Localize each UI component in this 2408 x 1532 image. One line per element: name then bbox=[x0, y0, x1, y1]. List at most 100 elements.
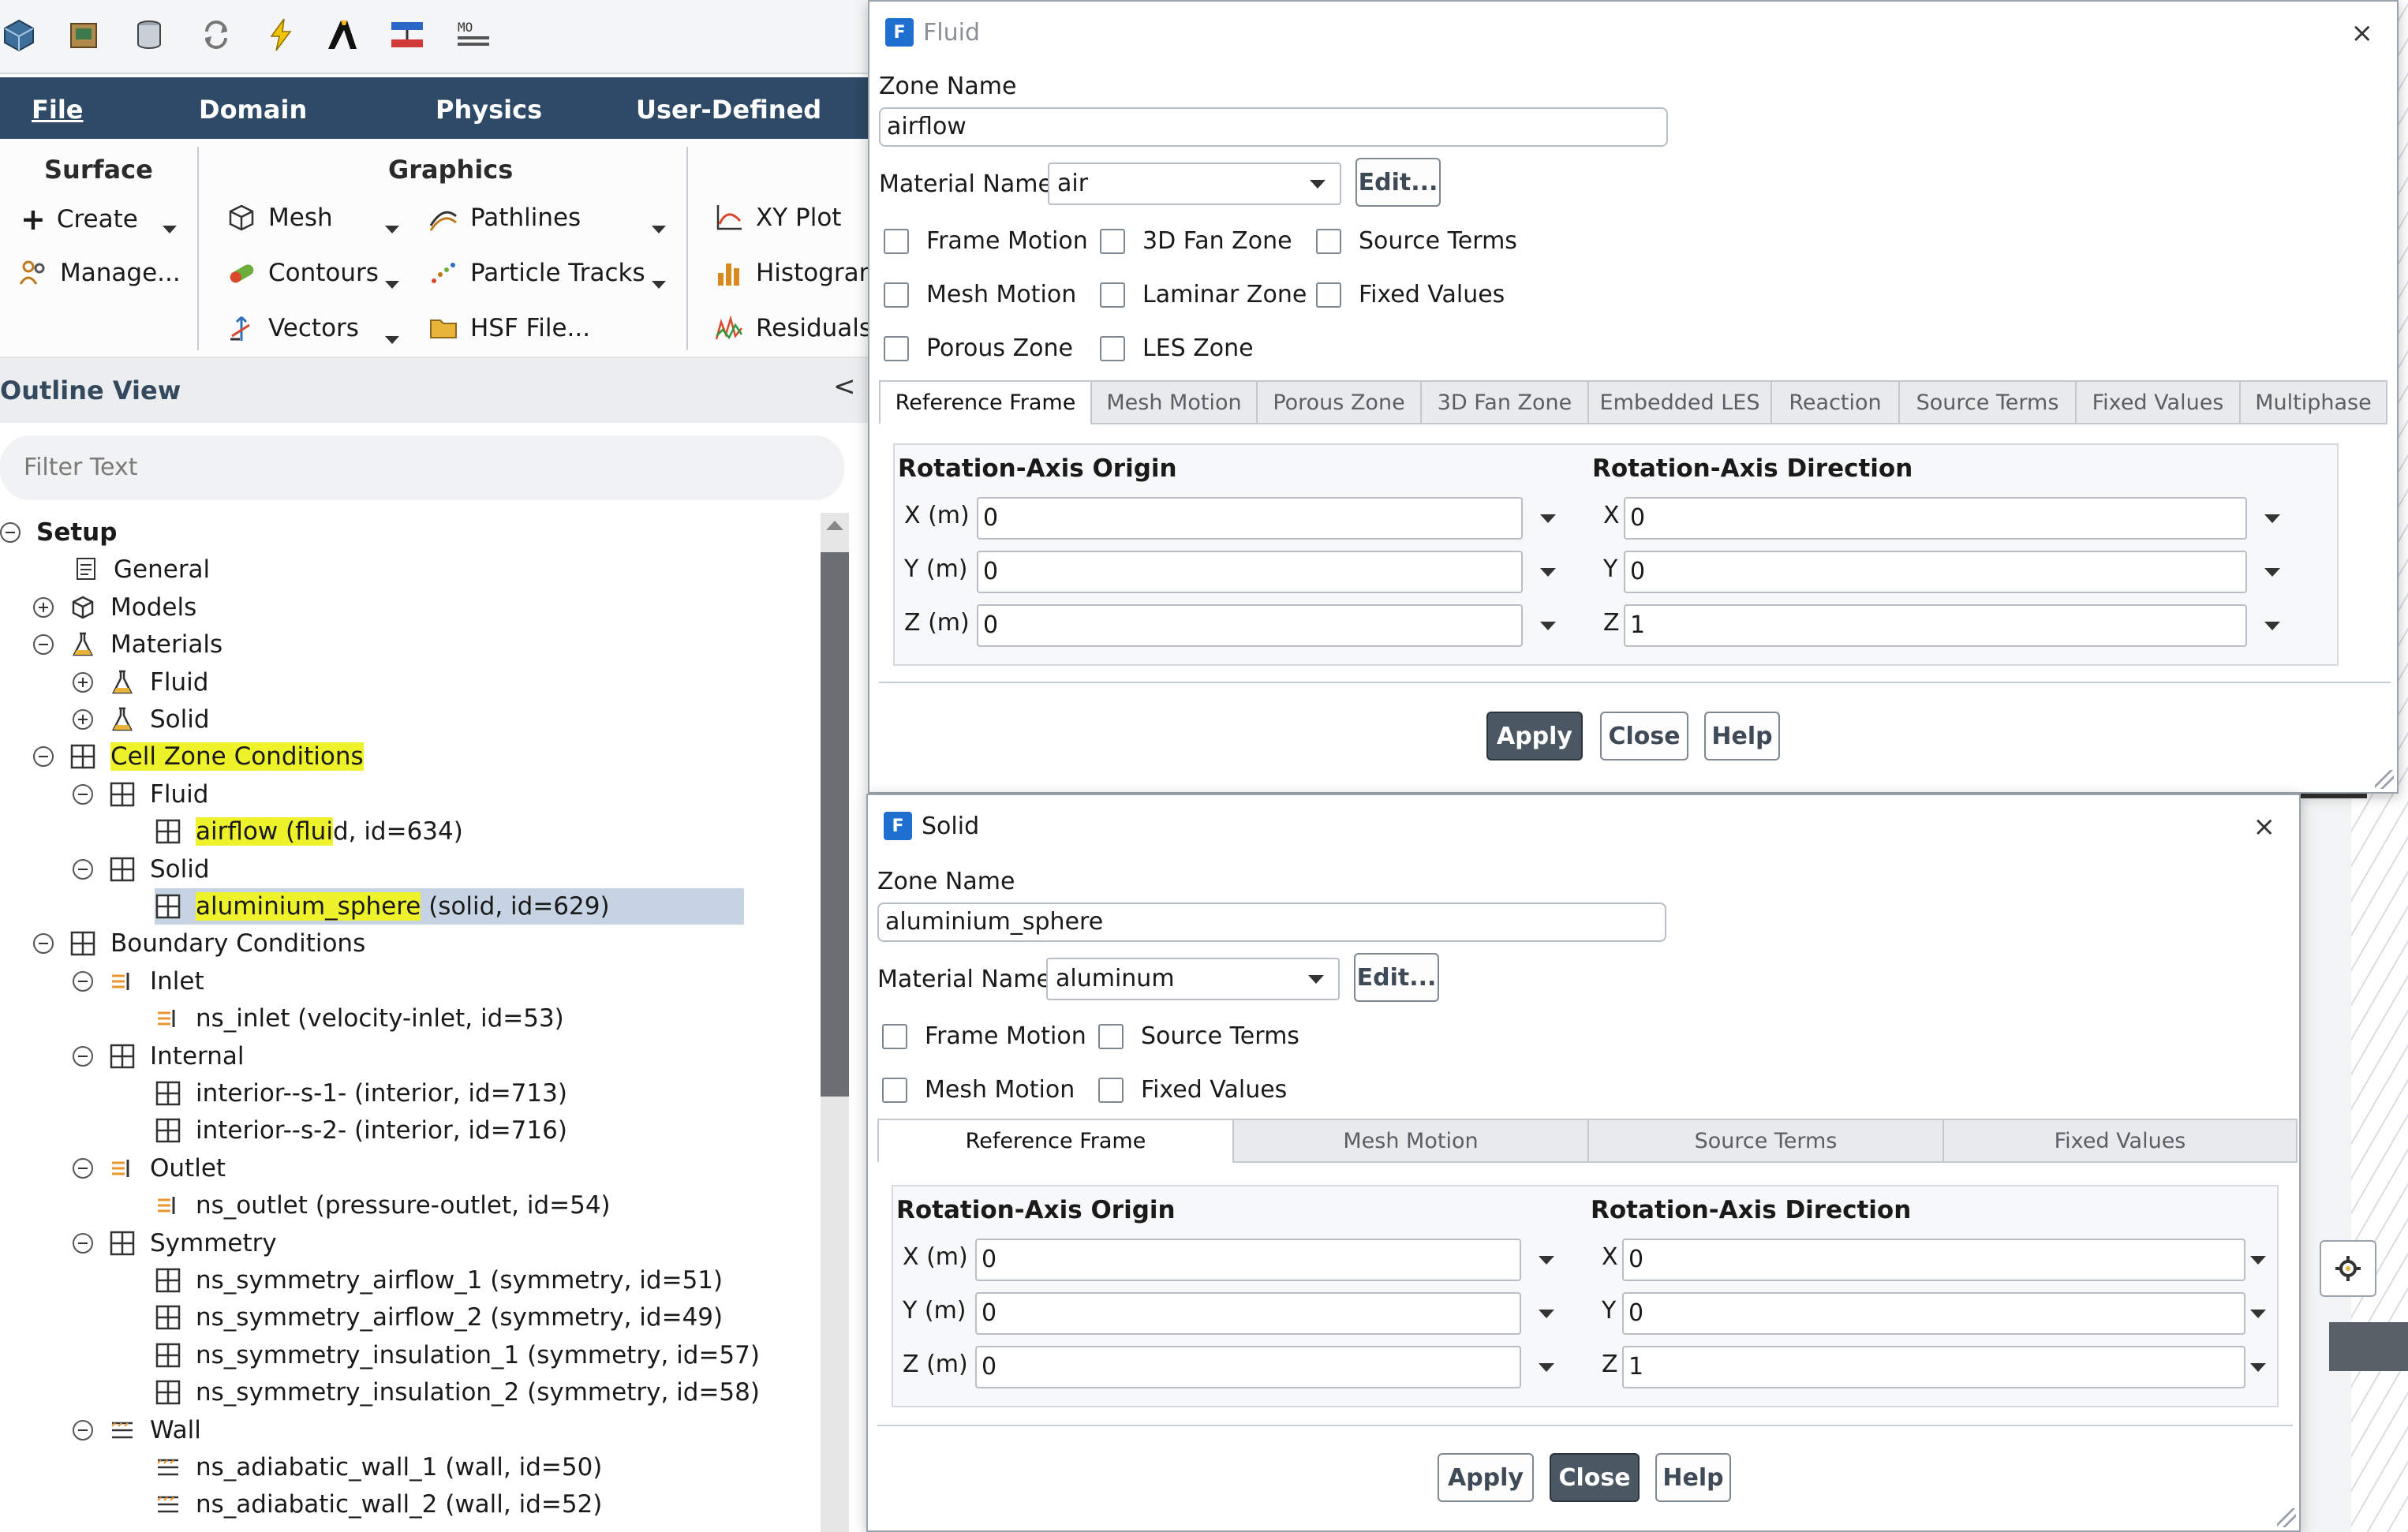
help-button[interactable]: Help bbox=[1704, 712, 1780, 760]
origin-x-input[interactable]: 0 bbox=[977, 497, 1523, 540]
tree-boundary-conditions[interactable]: Boundary Conditions bbox=[33, 925, 365, 962]
tree-materials-solid[interactable]: Solid bbox=[73, 701, 210, 738]
resize-grip-icon[interactable] bbox=[2277, 1508, 2296, 1527]
direction-x-input[interactable]: 0 bbox=[1624, 497, 2247, 540]
xy-plot-button[interactable]: XY Plot bbox=[713, 202, 841, 234]
tree-wall-2[interactable]: ns_adiabatic_wall_2 (wall, id=52) bbox=[155, 1486, 602, 1523]
tab-embedded-les[interactable]: Embedded LES bbox=[1587, 380, 1772, 424]
tree-sym-3[interactable]: ns_symmetry_insulation_1 (symmetry, id=5… bbox=[155, 1337, 760, 1373]
tree-inlet[interactable]: Inlet bbox=[73, 963, 204, 1000]
tree-cell-zone-conditions[interactable]: Cell Zone Conditions bbox=[33, 738, 364, 775]
residuals-button[interactable]: Residuals bbox=[713, 312, 872, 344]
tree-aluminium-sphere[interactable]: aluminium_sphere (solid, id=629) bbox=[155, 888, 744, 925]
origin-y-dropdown-icon[interactable] bbox=[1539, 1310, 1554, 1318]
direction-x-input[interactable]: 0 bbox=[1622, 1239, 2245, 1281]
view-settings-button[interactable] bbox=[2320, 1240, 2376, 1297]
direction-z-dropdown-icon[interactable] bbox=[2264, 622, 2280, 630]
resize-grip-icon[interactable] bbox=[2375, 770, 2394, 789]
manage-surface-button[interactable]: Manage... bbox=[17, 257, 181, 289]
tree-sym-1[interactable]: ns_symmetry_airflow_1 (symmetry, id=51) bbox=[155, 1262, 723, 1298]
package-icon[interactable] bbox=[65, 16, 103, 54]
direction-y-dropdown-icon[interactable] bbox=[2250, 1310, 2266, 1318]
tree-materials-fluid[interactable]: Fluid bbox=[73, 664, 208, 701]
create-dropdown-icon[interactable] bbox=[163, 226, 177, 234]
collapse-icon[interactable] bbox=[73, 970, 93, 992]
contours-dropdown-icon[interactable] bbox=[385, 281, 399, 289]
refresh-icon[interactable] bbox=[197, 16, 235, 54]
direction-y-dropdown-icon[interactable] bbox=[2264, 568, 2280, 577]
tree-interior-2[interactable]: interior--s-2- (interior, id=716) bbox=[155, 1112, 567, 1149]
material-edit-button[interactable]: Edit... bbox=[1354, 953, 1439, 1002]
tree-general[interactable]: General bbox=[73, 551, 210, 588]
collapse-icon[interactable] bbox=[73, 1232, 93, 1254]
direction-y-input[interactable]: 0 bbox=[1624, 551, 2247, 593]
apply-button[interactable]: Apply bbox=[1486, 712, 1583, 760]
tree-interior-1[interactable]: interior--s-1- (interior, id=713) bbox=[155, 1075, 567, 1112]
help-button[interactable]: Help bbox=[1655, 1453, 1731, 1502]
tree-wall-1[interactable]: ns_adiabatic_wall_1 (wall, id=50) bbox=[155, 1449, 602, 1485]
tree-sym-4[interactable]: ns_symmetry_insulation_2 (symmetry, id=5… bbox=[155, 1374, 760, 1411]
zone-name-input[interactable]: aluminium_sphere bbox=[877, 902, 1666, 942]
menu-physics[interactable]: Physics bbox=[436, 95, 542, 125]
origin-z-input[interactable]: 0 bbox=[975, 1346, 1521, 1388]
tab-mesh-motion[interactable]: Mesh Motion bbox=[1090, 380, 1258, 424]
material-edit-button[interactable]: Edit... bbox=[1355, 158, 1441, 207]
menu-file[interactable]: File bbox=[32, 95, 84, 125]
porous-zone-checkbox[interactable]: Porous Zone bbox=[884, 334, 1073, 362]
origin-y-dropdown-icon[interactable] bbox=[1540, 568, 1556, 577]
source-terms-checkbox[interactable]: Source Terms bbox=[1316, 227, 1517, 255]
close-icon[interactable]: × bbox=[2253, 811, 2276, 843]
particle-tracks-button[interactable]: Particle Tracks bbox=[428, 257, 645, 289]
tab-mesh-motion[interactable]: Mesh Motion bbox=[1232, 1119, 1589, 1163]
menu-domain[interactable]: Domain bbox=[199, 95, 307, 125]
origin-y-input[interactable]: 0 bbox=[975, 1292, 1521, 1335]
close-button[interactable]: Close bbox=[1550, 1453, 1640, 1502]
apply-button[interactable]: Apply bbox=[1438, 1453, 1534, 1502]
collapse-icon[interactable] bbox=[73, 1157, 93, 1179]
tab-multiphase[interactable]: Multiphase bbox=[2239, 380, 2387, 424]
origin-z-dropdown-icon[interactable] bbox=[1540, 622, 1556, 630]
tree-sym-2[interactable]: ns_symmetry_airflow_2 (symmetry, id=49) bbox=[155, 1299, 723, 1336]
tree-ns-outlet[interactable]: ns_outlet (pressure-outlet, id=54) bbox=[155, 1187, 611, 1224]
tree-materials[interactable]: Materials bbox=[33, 626, 222, 663]
mesh-display-icon[interactable] bbox=[0, 16, 38, 54]
lightning-icon[interactable] bbox=[262, 16, 300, 54]
mesh-motion-checkbox[interactable]: Mesh Motion bbox=[884, 281, 1076, 308]
tab-source-terms[interactable]: Source Terms bbox=[1587, 1119, 1944, 1163]
tree-cell-zone-solid[interactable]: Solid bbox=[73, 851, 210, 887]
hsf-file-button[interactable]: HSF File... bbox=[428, 312, 590, 344]
mesh-dropdown-icon[interactable] bbox=[385, 226, 399, 234]
collapse-icon[interactable] bbox=[73, 783, 93, 805]
tab-reference-frame[interactable]: Reference Frame bbox=[877, 1119, 1234, 1163]
3d-fan-zone-checkbox[interactable]: 3D Fan Zone bbox=[1100, 227, 1292, 255]
les-zone-checkbox[interactable]: LES Zone bbox=[1100, 334, 1254, 362]
menu-user-defined[interactable]: User-Defined bbox=[636, 95, 821, 125]
expand-icon[interactable] bbox=[73, 671, 93, 693]
particle-tracks-dropdown-icon[interactable] bbox=[652, 281, 666, 289]
tree-symmetry[interactable]: Symmetry bbox=[73, 1225, 277, 1261]
direction-x-dropdown-icon[interactable] bbox=[2264, 514, 2280, 523]
collapse-icon[interactable] bbox=[73, 858, 93, 880]
tab-fixed-values[interactable]: Fixed Values bbox=[1942, 1119, 2298, 1163]
pathlines-button[interactable]: Pathlines bbox=[428, 202, 581, 234]
frame-motion-checkbox[interactable]: Frame Motion bbox=[882, 1022, 1086, 1050]
origin-x-dropdown-icon[interactable] bbox=[1539, 1256, 1554, 1265]
origin-z-input[interactable]: 0 bbox=[977, 604, 1523, 647]
close-button[interactable]: Close bbox=[1600, 712, 1688, 760]
collapse-icon[interactable] bbox=[33, 634, 54, 656]
expand-icon[interactable] bbox=[73, 709, 93, 730]
tab-3d-fan-zone[interactable]: 3D Fan Zone bbox=[1420, 380, 1589, 424]
vectors-dropdown-icon[interactable] bbox=[385, 336, 399, 344]
tree-airflow[interactable]: airflow (flui d, id=634) bbox=[155, 813, 463, 850]
collapse-icon[interactable] bbox=[33, 746, 54, 768]
fixed-values-checkbox[interactable]: Fixed Values bbox=[1098, 1076, 1287, 1104]
tree-internal[interactable]: Internal bbox=[73, 1038, 244, 1074]
tree-wall[interactable]: Wall bbox=[73, 1412, 201, 1448]
tab-fixed-values[interactable]: Fixed Values bbox=[2075, 380, 2241, 424]
material-select[interactable]: air bbox=[1048, 163, 1341, 205]
transform-icon[interactable] bbox=[388, 16, 426, 54]
collapse-icon[interactable] bbox=[33, 933, 54, 955]
mdi-icon[interactable]: MO bbox=[454, 16, 492, 54]
laminar-zone-checkbox[interactable]: Laminar Zone bbox=[1100, 281, 1307, 308]
collapse-icon[interactable] bbox=[73, 1045, 93, 1067]
